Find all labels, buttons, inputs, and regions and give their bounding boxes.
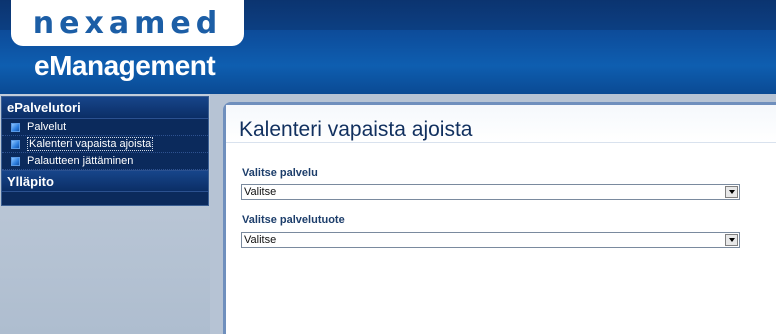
page-title: Kalenteri vapaista ajoista xyxy=(239,118,473,141)
service-label: Valitse palvelu xyxy=(242,167,318,179)
cube-icon xyxy=(11,156,20,166)
service-select-value: Valitse xyxy=(244,186,277,198)
cube-icon xyxy=(11,122,20,132)
nav-section-epalvelutori[interactable]: ePalvelutori xyxy=(2,97,208,119)
sidebar-item-label: Palautteen jättäminen xyxy=(27,155,134,167)
chevron-down-icon[interactable] xyxy=(725,234,738,246)
sidebar-item-label: Kalenteri vapaista ajoista xyxy=(27,137,154,151)
chevron-down-icon[interactable] xyxy=(725,186,738,198)
sidebar-nav: ePalvelutori Palvelut Kalenteri vapaista… xyxy=(1,96,209,206)
sidebar-item-palvelut[interactable]: Palvelut xyxy=(2,119,208,136)
cube-icon xyxy=(11,139,20,149)
nav-section-yllapito[interactable]: Ylläpito xyxy=(2,170,208,192)
product-select-value: Valitse xyxy=(244,234,277,246)
logo-text: nexamed xyxy=(32,5,223,41)
app-header: nexamed eManagement xyxy=(0,0,776,94)
logo[interactable]: nexamed xyxy=(11,0,244,46)
sidebar-item-palaute[interactable]: Palautteen jättäminen xyxy=(2,153,208,170)
product-select[interactable]: Valitse xyxy=(241,232,740,248)
sidebar-item-kalenteri[interactable]: Kalenteri vapaista ajoista xyxy=(2,136,208,153)
product-label: Valitse palvelutuote xyxy=(242,214,345,226)
app-title: eManagement xyxy=(34,50,216,81)
service-select[interactable]: Valitse xyxy=(241,184,740,200)
main-content: Kalenteri vapaista ajoista Valitse palve… xyxy=(223,102,776,334)
sidebar-item-label: Palvelut xyxy=(27,121,67,133)
